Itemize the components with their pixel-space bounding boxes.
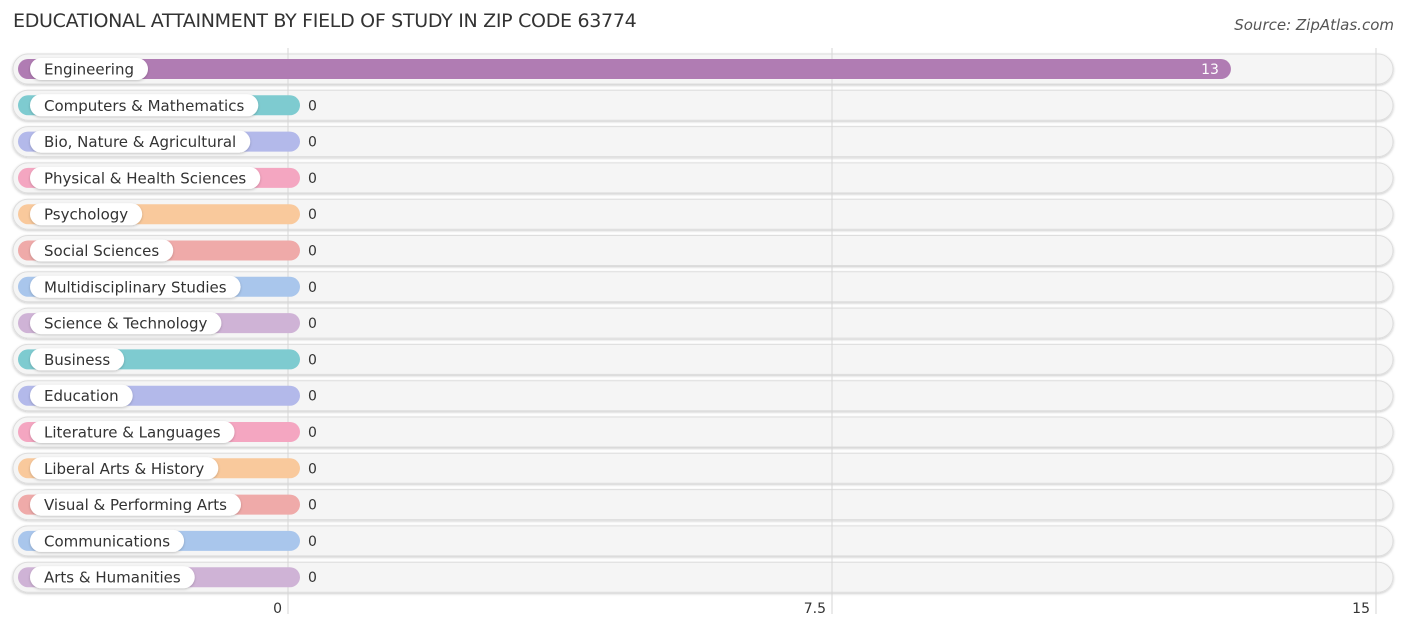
bar bbox=[18, 59, 1231, 79]
value-label: 0 bbox=[308, 570, 317, 586]
category-label: Social Sciences bbox=[44, 242, 159, 260]
value-label: 0 bbox=[308, 389, 317, 405]
value-label: 13 bbox=[1201, 62, 1219, 78]
category-label: Science & Technology bbox=[44, 315, 208, 333]
x-tick-label: 15 bbox=[1352, 601, 1370, 617]
category-label: Literature & Languages bbox=[44, 424, 221, 442]
category-label: Engineering bbox=[44, 61, 134, 79]
value-label: 0 bbox=[308, 316, 317, 332]
category-label: Multidisciplinary Studies bbox=[44, 278, 227, 296]
value-label: 0 bbox=[308, 498, 317, 514]
x-tick-label: 0 bbox=[273, 601, 282, 617]
value-label: 0 bbox=[308, 244, 317, 260]
category-label: Arts & Humanities bbox=[44, 569, 181, 587]
category-label: Bio, Nature & Agricultural bbox=[44, 133, 236, 151]
value-label: 0 bbox=[308, 98, 317, 114]
category-label: Communications bbox=[44, 532, 170, 550]
value-label: 0 bbox=[308, 352, 317, 368]
value-label: 0 bbox=[308, 461, 317, 477]
category-label: Visual & Performing Arts bbox=[44, 496, 227, 514]
value-label: 0 bbox=[308, 171, 317, 187]
category-label: Computers & Mathematics bbox=[44, 97, 244, 115]
bar-chart: Engineering 13 Computers & Mathematics 0 Bio… bbox=[12, 48, 1394, 617]
value-label: 0 bbox=[308, 534, 317, 550]
value-label: 0 bbox=[308, 280, 317, 296]
category-label: Physical & Health Sciences bbox=[44, 169, 246, 187]
value-label: 0 bbox=[308, 425, 317, 441]
category-label: Psychology bbox=[44, 206, 128, 224]
category-label: Liberal Arts & History bbox=[44, 460, 204, 478]
x-tick-label: 7.5 bbox=[804, 601, 826, 617]
value-label: 0 bbox=[308, 135, 317, 151]
value-label: 0 bbox=[308, 207, 317, 223]
category-label: Business bbox=[44, 351, 110, 369]
category-label: Education bbox=[44, 387, 119, 405]
